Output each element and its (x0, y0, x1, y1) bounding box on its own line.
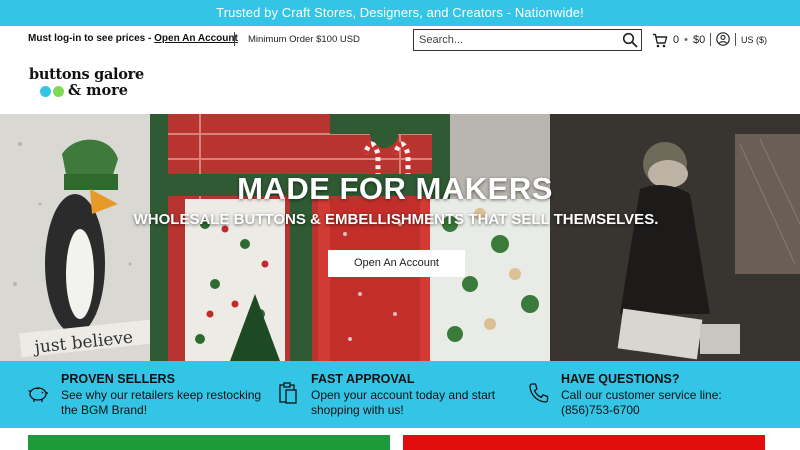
logo-dot-green (53, 85, 64, 97)
account-divider-right (735, 33, 736, 46)
hero-subtitle: WHOLESALE BUTTONS & EMBELLISHMENTS THAT … (133, 211, 659, 228)
account-divider-left (710, 33, 711, 46)
search-input[interactable] (419, 32, 619, 48)
promo-strip (0, 428, 800, 450)
cart-total: $0 (692, 34, 706, 46)
utility-divider (234, 32, 235, 46)
announcement-text: Trusted by Craft Stores, Designers, and … (216, 5, 584, 20)
cart-link[interactable]: 0 • $0 (652, 32, 705, 48)
search-box (413, 29, 642, 51)
feature-title: HAVE QUESTIONS? (561, 372, 680, 386)
open-account-link[interactable]: Open An Account (154, 33, 238, 44)
feature-title: PROVEN SELLERS (61, 372, 175, 386)
promo-block-red[interactable] (403, 435, 765, 450)
minimum-order-text: Minimum Order $100 USD (248, 34, 360, 45)
store-logo[interactable]: buttons galore & more (29, 67, 144, 101)
feature-description: Open your account today and start shoppi… (311, 388, 496, 417)
piggy-bank-icon (28, 387, 48, 402)
currency-selector[interactable]: US ($) (741, 35, 767, 45)
cart-separator: • (684, 34, 688, 46)
logo-dot-blue (40, 85, 51, 97)
open-account-button[interactable]: Open An Account (328, 250, 465, 277)
utility-bar: Must log-in to see prices - Open An Acco… (0, 26, 800, 54)
announcement-bar: Trusted by Craft Stores, Designers, and … (0, 0, 800, 26)
cart-count: 0 (673, 34, 680, 46)
search-icon[interactable] (622, 32, 638, 48)
clipboard-icon (279, 382, 297, 404)
promo-block-green[interactable] (28, 435, 390, 450)
phone-icon (529, 383, 549, 403)
hero-banner: just believe MADE FOR MAKERS WHOLESALE B… (0, 114, 800, 361)
login-notice: Must log-in to see prices - Open An Acco… (28, 33, 238, 44)
login-notice-text: Must log-in to see prices - (28, 33, 155, 44)
hero-background-image: just believe (0, 114, 800, 361)
logo-line-2-text: & more (68, 82, 129, 99)
feature-description: Call our customer service line: (856)753… (561, 388, 722, 417)
account-icon[interactable] (716, 32, 730, 46)
features-bar: PROVEN SELLERS See why our retailers kee… (0, 361, 800, 428)
cart-icon (653, 33, 668, 47)
logo-line-2: & more (40, 82, 144, 99)
feature-description: See why our retailers keep restocking th… (61, 388, 262, 417)
hero-title: MADE FOR MAKERS (237, 171, 553, 206)
feature-title: FAST APPROVAL (311, 372, 415, 386)
logo-line-1: buttons galore (29, 66, 144, 83)
